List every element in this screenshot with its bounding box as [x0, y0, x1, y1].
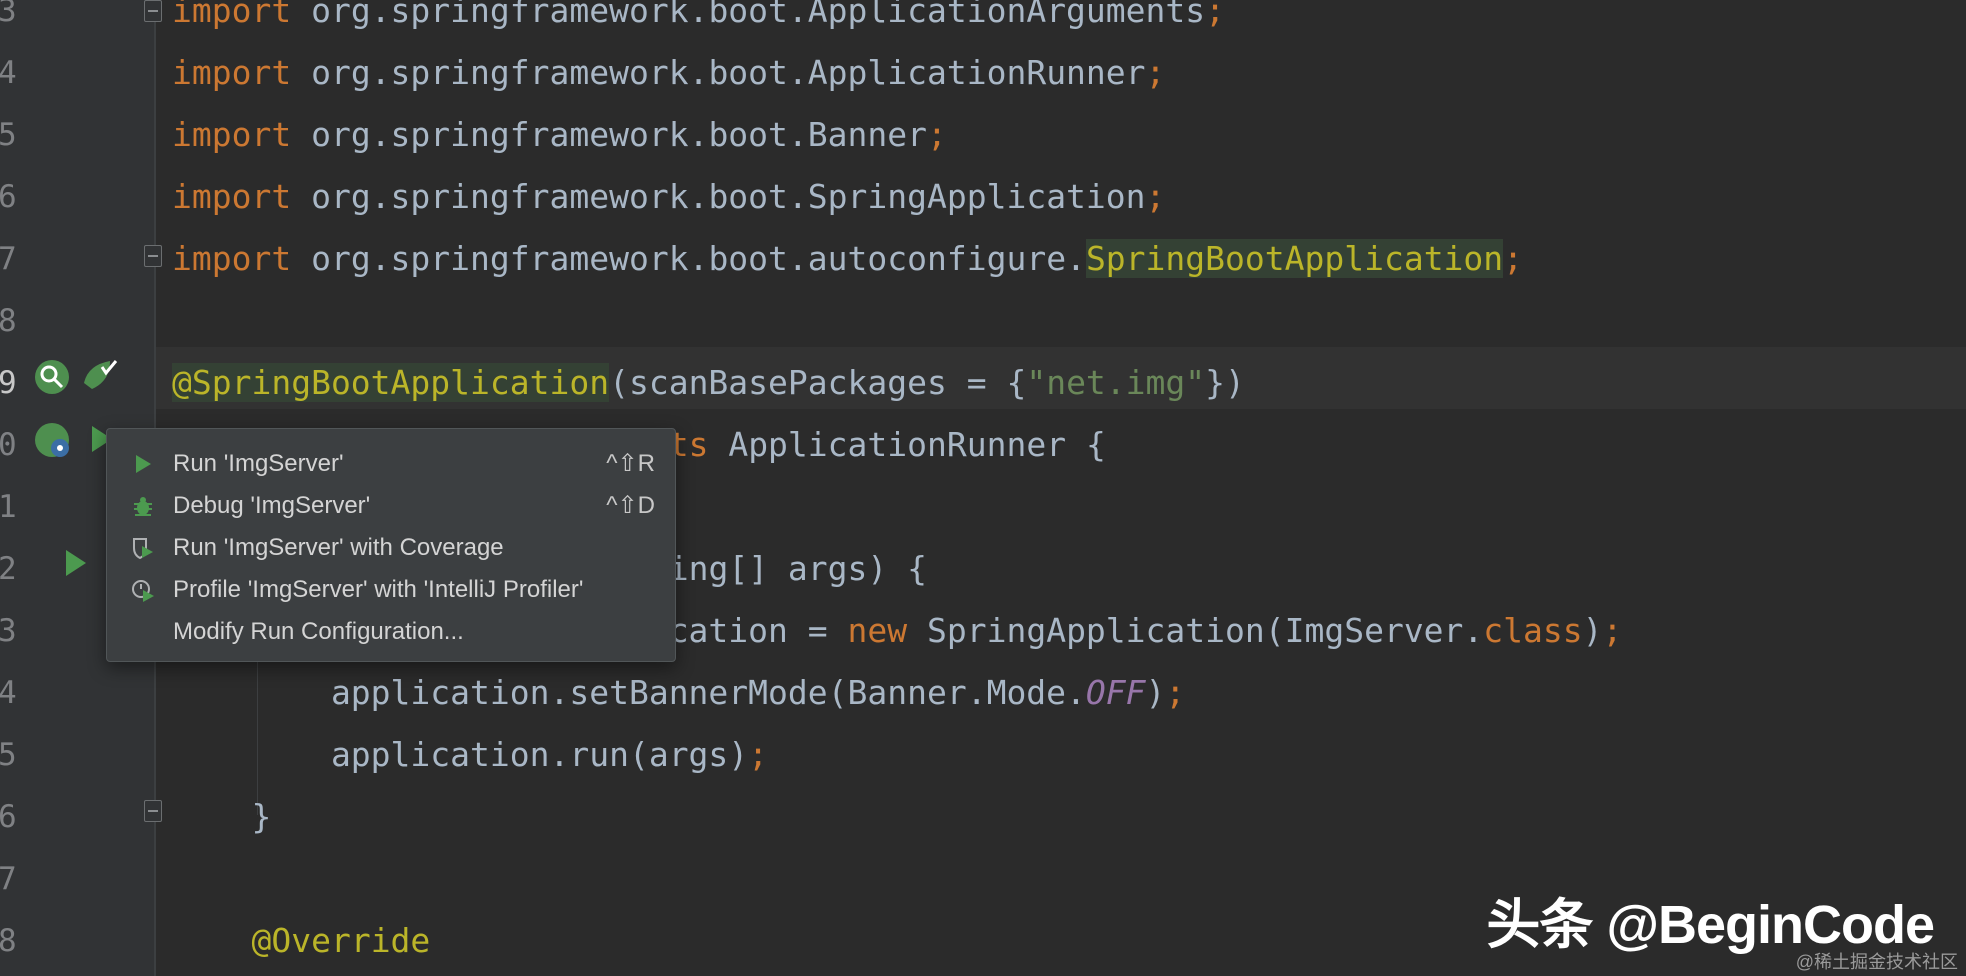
- code-line[interactable]: @Override: [172, 910, 430, 972]
- fold-marker[interactable]: [144, 800, 162, 822]
- line-number: 1: [0, 489, 17, 525]
- menu-item-label: Debug 'ImgServer': [173, 492, 371, 519]
- code-line[interactable]: import org.springframework.boot.Applicat…: [172, 42, 1165, 104]
- code-token: application.setBannerMode(Banner.Mode.: [172, 673, 1086, 712]
- code-token: @SpringBootApplication: [172, 363, 610, 402]
- code-line[interactable]: application.run(args);: [172, 724, 768, 786]
- code-line[interactable]: import org.springframework.boot.SpringAp…: [172, 166, 1165, 228]
- code-line[interactable]: import org.springframework.boot.Banner;: [172, 104, 947, 166]
- code-token: "net.img": [1026, 363, 1206, 402]
- line-number: 8: [0, 923, 17, 959]
- line-number: 3: [0, 0, 17, 29]
- code-token: import: [172, 53, 292, 92]
- code-token: ;: [1503, 239, 1524, 278]
- menu-item-label: Run 'ImgServer': [173, 450, 344, 477]
- run-main-gutter-icon[interactable]: [62, 546, 90, 580]
- menu-item-modify-config[interactable]: Modify Run Configuration...: [107, 611, 675, 653]
- line-number: 5: [0, 117, 17, 153]
- code-token: org.springframework.boot.ApplicationRunn…: [291, 53, 1146, 92]
- code-token: org.springframework.boot.ApplicationArgu…: [291, 0, 1206, 30]
- code-token: import: [172, 177, 292, 216]
- line-number: 3: [0, 613, 17, 649]
- line-number: 8: [0, 303, 17, 339]
- code-token: application.run(args): [172, 735, 749, 774]
- menu-item-profile[interactable]: Profile 'ImgServer' with 'IntelliJ Profi…: [107, 569, 675, 611]
- code-token: class: [1483, 611, 1583, 650]
- code-token: SpringBootApplication: [1085, 239, 1504, 278]
- run-icon: [136, 455, 151, 473]
- menu-item-debug[interactable]: Debug 'ImgServer' ^⇧D: [107, 485, 675, 527]
- code-token: ApplicationRunner {: [708, 425, 1106, 464]
- menu-item-label: Profile 'ImgServer' with 'IntelliJ Profi…: [173, 576, 584, 603]
- code-token: import: [172, 115, 292, 154]
- code-token: ;: [926, 115, 947, 154]
- code-token: import: [172, 0, 292, 30]
- code-token: ): [1145, 673, 1166, 712]
- line-number: 4: [0, 675, 17, 711]
- coverage-icon: [133, 538, 153, 560]
- code-token: @Override: [251, 921, 431, 960]
- line-number: 2: [0, 551, 17, 587]
- code-token: org.springframework.boot.Banner: [291, 115, 927, 154]
- line-number: 5: [0, 737, 17, 773]
- code-line[interactable]: application.setBannerMode(Banner.Mode.OF…: [172, 662, 1185, 724]
- menu-item-label: Modify Run Configuration...: [173, 618, 464, 645]
- line-number: 9: [0, 365, 17, 401]
- code-token: SpringApplication(ImgServer.: [907, 611, 1484, 650]
- code-token: OFF: [1085, 673, 1146, 712]
- menu-item-shortcut: ^⇧R: [606, 450, 655, 477]
- spring-bean-check-icon[interactable]: [80, 357, 120, 397]
- watermark-small: @稀土掘金技术社区: [1795, 952, 1958, 972]
- menu-item-coverage[interactable]: Run 'ImgServer' with Coverage: [107, 527, 675, 569]
- code-token: new: [847, 611, 908, 650]
- menu-item-label: Run 'ImgServer' with Coverage: [173, 534, 504, 561]
- code-line[interactable]: import org.springframework.boot.autoconf…: [172, 228, 1523, 290]
- fold-marker[interactable]: [144, 0, 162, 22]
- code-token: org.springframework.boot.SpringApplicati…: [291, 177, 1146, 216]
- code-token: ;: [1602, 611, 1623, 650]
- code-token: ;: [1165, 673, 1186, 712]
- code-token: ): [1582, 611, 1603, 650]
- line-number: 7: [0, 241, 17, 277]
- line-number: 4: [0, 55, 17, 91]
- run-context-popup: Run 'ImgServer' ^⇧R Debug 'ImgServer' ^⇧…: [106, 428, 676, 662]
- profiler-icon: [132, 580, 154, 602]
- code-token: ;: [1205, 0, 1226, 30]
- code-token: import: [172, 239, 292, 278]
- line-number: 0: [0, 427, 17, 463]
- code-line[interactable]: }: [172, 786, 271, 848]
- line-number: 6: [0, 179, 17, 215]
- code-token: (scanBasePackages = {: [609, 363, 1027, 402]
- code-line[interactable]: import org.springframework.boot.Applicat…: [172, 0, 1225, 42]
- bean-config-icon[interactable]: [32, 420, 76, 464]
- fold-marker[interactable]: [144, 245, 162, 267]
- menu-item-run[interactable]: Run 'ImgServer' ^⇧R: [107, 443, 675, 485]
- line-number: 7: [0, 861, 17, 897]
- code-token: org.springframework.boot.autoconfigure.: [291, 239, 1086, 278]
- menu-item-shortcut: ^⇧D: [606, 492, 655, 519]
- code-token: }: [172, 797, 272, 836]
- code-token: }): [1205, 363, 1245, 402]
- code-token: ;: [748, 735, 769, 774]
- code-line[interactable]: @SpringBootApplication(scanBasePackages …: [172, 352, 1245, 414]
- bean-search-icon[interactable]: [32, 357, 72, 397]
- debug-icon: [134, 497, 152, 516]
- line-number: 6: [0, 799, 17, 835]
- code-token: ;: [1145, 53, 1166, 92]
- code-token: ;: [1145, 177, 1166, 216]
